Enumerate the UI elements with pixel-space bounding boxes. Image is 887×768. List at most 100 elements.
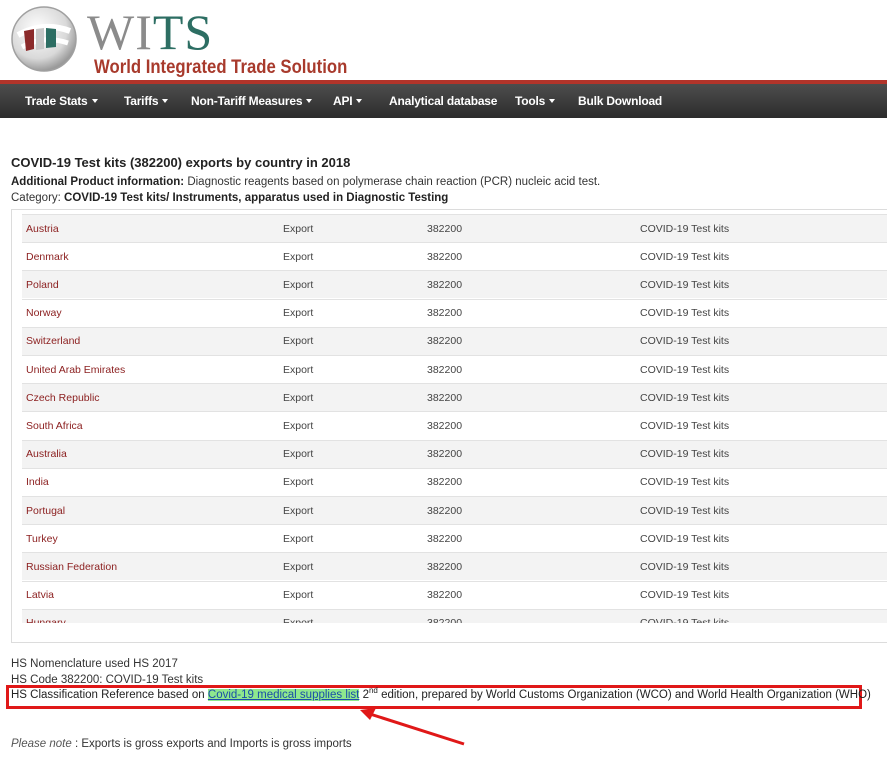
trade-flow-cell: Export xyxy=(283,335,314,348)
note-text: : Exports is gross exports and Imports i… xyxy=(71,738,352,750)
chevron-down-icon xyxy=(91,99,98,103)
nav-label: Trade Stats xyxy=(25,94,88,108)
product-description-cell: COVID-19 Test kits xyxy=(640,476,730,489)
product-code-cell: 382200 xyxy=(427,363,463,376)
nav-bulk-download[interactable]: Bulk Download xyxy=(578,94,662,108)
country-link[interactable]: Norway xyxy=(26,307,62,319)
product-description-cell: COVID-19 Test kits xyxy=(640,560,730,573)
nav-label: Analytical database xyxy=(389,94,498,108)
category-text: COVID-19 Test kits/ Instruments, apparat… xyxy=(60,192,449,204)
category-info: Category: COVID-19 Test kits/ Instrument… xyxy=(11,192,448,204)
trade-flow-cell: Export xyxy=(283,363,314,376)
nav-label: Non-Tariff Measures xyxy=(191,94,303,108)
product-code-cell: 382200 xyxy=(427,250,463,263)
table-row: Russian Federation Export 382200 COVID-19 T… xyxy=(22,552,887,581)
country-link[interactable]: United Arab Emirates xyxy=(26,364,125,376)
product-code-cell: 382200 xyxy=(427,419,463,432)
country-link[interactable]: Russian Federation xyxy=(26,561,117,573)
table-row: Austria Export 382200 COVID-19 Test kits xyxy=(22,214,887,242)
trade-flow-cell: Export xyxy=(283,589,314,602)
product-code-cell: 382200 xyxy=(427,589,463,602)
exports-table: Austria Export 382200 COVID-19 Test kits Den… xyxy=(11,209,887,643)
table-row: Hungary Export 382200 COVID-19 Test kits xyxy=(22,608,887,623)
chevron-down-icon xyxy=(356,99,363,103)
classref-prefix: HS Classification Reference based on xyxy=(11,689,208,701)
wits-logo-wordmark[interactable]: WITS xyxy=(87,6,213,58)
product-description-cell: COVID-19 Test kits xyxy=(640,307,730,320)
product-code-cell: 382200 xyxy=(427,532,463,545)
trade-flow-cell: Export xyxy=(283,532,314,545)
product-description-cell: COVID-19 Test kits xyxy=(640,278,730,291)
product-code-cell: 382200 xyxy=(427,222,463,235)
classref-edition-suffix: nd xyxy=(368,686,378,695)
table-row: Denmark Export 382200 COVID-19 Test kits xyxy=(22,242,887,271)
country-link[interactable]: South Africa xyxy=(26,420,83,432)
table-row: Australia Export 382200 COVID-19 Test kits xyxy=(22,439,887,468)
product-code-cell: 382200 xyxy=(427,307,463,320)
trade-flow-cell: Export xyxy=(283,617,313,623)
trade-flow-cell: Export xyxy=(283,391,314,404)
exports-note: Please note : Exports is gross exports a… xyxy=(11,738,352,750)
nav-tools[interactable]: Tools xyxy=(515,94,556,108)
product-code-cell: 382200 xyxy=(427,504,463,517)
country-link[interactable]: Australia xyxy=(26,448,67,460)
country-link[interactable]: Turkey xyxy=(26,533,58,545)
country-link[interactable]: Czech Republic xyxy=(26,392,100,404)
note-label: Please note xyxy=(11,738,72,750)
wits-globe-logo-icon[interactable] xyxy=(10,5,78,73)
site-header: WITS World Integrated Trade Solution xyxy=(0,0,887,80)
nav-label: Bulk Download xyxy=(578,94,663,108)
category-label: Category: xyxy=(11,192,61,204)
additional-info-text: Diagnostic reagents based on polymerase … xyxy=(184,176,601,188)
logo-text-wi: WI xyxy=(87,4,153,60)
main-navbar: Trade Stats Tariffs Non-Tariff Measures … xyxy=(0,84,887,118)
trade-flow-cell: Export xyxy=(283,307,314,320)
logo-tagline: World Integrated Trade Solution xyxy=(94,57,348,78)
table-row: Czech Republic Export 382200 COVID-19 Test … xyxy=(22,383,887,412)
nav-analytical-database[interactable]: Analytical database xyxy=(389,94,497,108)
nav-trade-stats[interactable]: Trade Stats xyxy=(25,94,98,108)
annotation-arrow-icon xyxy=(360,708,465,746)
trade-flow-cell: Export xyxy=(283,448,314,461)
covid-medical-supplies-link[interactable]: Covid-19 medical supplies list xyxy=(207,689,360,701)
table-row: United Arab Emirates Export 382200 COVID-19… xyxy=(22,355,887,383)
additional-product-info: Additional Product information: Diagnost… xyxy=(11,176,600,188)
country-link[interactable]: Denmark xyxy=(26,251,69,263)
nav-label: API xyxy=(333,94,353,108)
nav-non-tariff-measures[interactable]: Non-Tariff Measures xyxy=(191,94,313,108)
trade-flow-cell: Export xyxy=(283,419,314,432)
table-row: Turkey Export 382200 COVID-19 Test kits xyxy=(22,524,887,553)
country-link[interactable]: Latvia xyxy=(26,589,54,601)
exports-table-scroll-area[interactable]: Austria Export 382200 COVID-19 Test kits Den… xyxy=(12,210,887,623)
table-row: India Export 382200 COVID-19 Test kits xyxy=(22,467,887,496)
table-row: Norway Export 382200 COVID-19 Test kits xyxy=(22,298,887,327)
chevron-down-icon xyxy=(162,99,169,103)
product-code-cell: 382200 xyxy=(427,617,462,623)
nav-api[interactable]: API xyxy=(333,94,363,108)
country-link[interactable]: Austria xyxy=(26,223,59,235)
product-description-cell: COVID-19 Test kits xyxy=(640,363,730,376)
country-link[interactable]: Poland xyxy=(26,279,59,291)
country-link[interactable]: Portugal xyxy=(26,505,65,517)
table-row: Switzerland Export 382200 COVID-19 Test kit… xyxy=(22,326,887,355)
product-description-cell: COVID-19 Test kits xyxy=(640,391,730,404)
country-link[interactable]: Switzerland xyxy=(26,335,80,347)
logo-text-ts: TS xyxy=(152,4,214,60)
product-description-cell: COVID-19 Test kits xyxy=(640,504,730,517)
table-row: South Africa Export 382200 COVID-19 Test ki… xyxy=(22,411,887,440)
additional-info-label: Additional Product information: xyxy=(11,176,185,188)
table-row: Portugal Export 382200 COVID-19 Test kits xyxy=(22,496,887,524)
trade-flow-cell: Export xyxy=(283,278,314,291)
product-code-cell: 382200 xyxy=(427,335,463,348)
country-link[interactable]: India xyxy=(26,476,49,488)
nav-label: Tariffs xyxy=(124,94,159,108)
product-code-cell: 382200 xyxy=(427,278,463,291)
table-row: Poland Export 382200 COVID-19 Test kits xyxy=(22,270,887,299)
product-code-cell: 382200 xyxy=(427,560,463,573)
page-title: COVID-19 Test kits (382200) exports by c… xyxy=(11,155,351,170)
country-link[interactable]: Hungary xyxy=(26,617,66,623)
chevron-down-icon xyxy=(306,99,313,103)
nav-tariffs[interactable]: Tariffs xyxy=(124,94,169,108)
trade-flow-cell: Export xyxy=(283,504,314,517)
product-description-cell: COVID-19 Test kits xyxy=(640,222,730,235)
